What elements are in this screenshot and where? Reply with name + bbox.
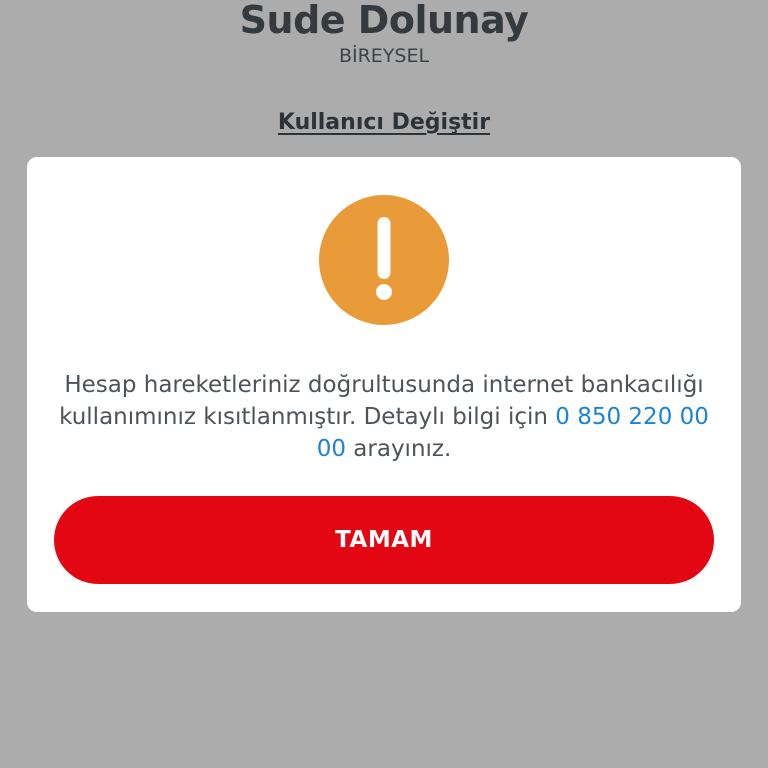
user-name: Sude Dolunay <box>239 0 529 42</box>
switch-user-link[interactable]: Kullanıcı Değiştir <box>278 110 490 135</box>
message-text-end: arayınız. <box>345 436 452 462</box>
alert-dialog: Hesap hareketleriniz doğrultusunda inter… <box>27 157 741 612</box>
ok-button[interactable]: TAMAM <box>54 496 714 584</box>
dialog-message: Hesap hareketleriniz doğrultusunda inter… <box>57 369 711 465</box>
switch-user-row: Kullanıcı Değiştir <box>0 109 768 137</box>
exclamation-warning-icon <box>319 195 449 325</box>
account-type-label: BİREYSEL <box>338 45 430 67</box>
